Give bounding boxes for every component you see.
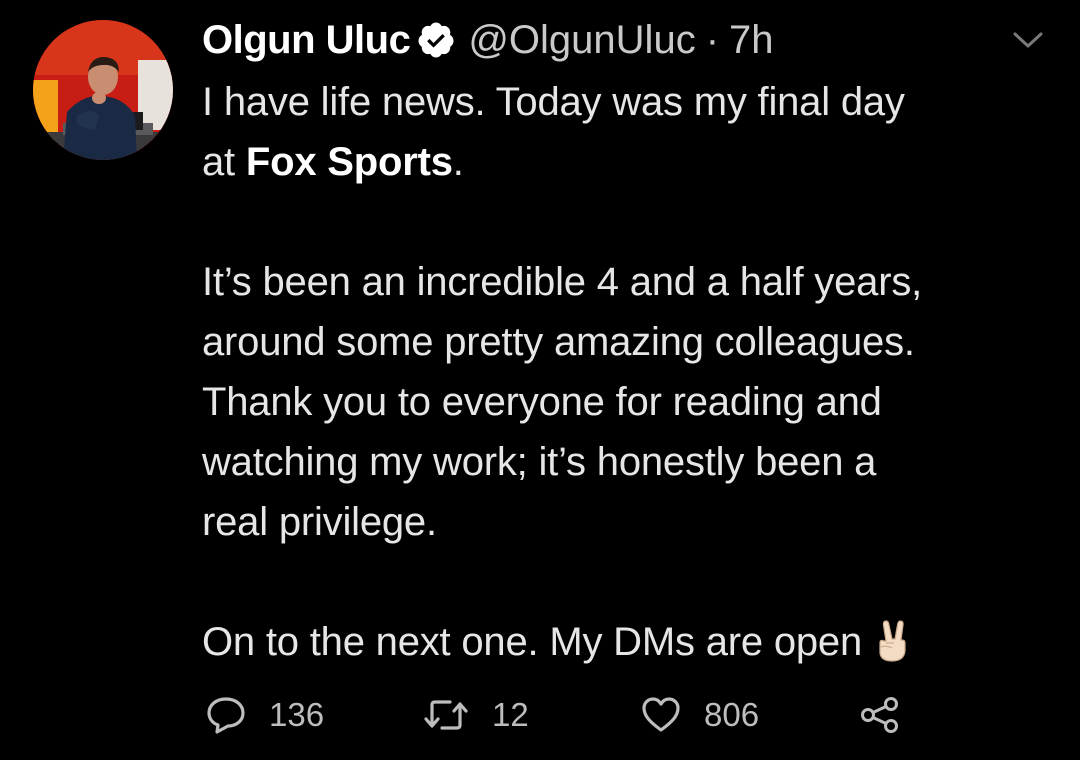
tweet-text: I have life news. Today was my final day… [202,72,1052,672]
tweet-line: watching my work; it’s honestly been a [202,440,877,484]
tweet-line: real privilege. [202,500,437,544]
tweet-time[interactable]: 7h [729,18,774,63]
author-name[interactable]: Olgun Uluc [202,18,411,63]
tweet-line: at Fox Sports. [202,132,1052,192]
tweet-line: It’s been an incredible 4 and a half yea… [202,260,923,304]
like-button[interactable]: 806 [640,695,759,735]
author-handle[interactable]: @OlgunUluc [468,18,695,63]
share-icon [861,697,898,733]
tweet[interactable]: Olgun Uluc @OlgunUluc · 7h I have life n… [0,0,1080,760]
heart-icon [642,697,680,732]
tweet-line: I have life news. Today was my final day [202,80,905,124]
tweet-text-segment: On to the next one. My DMs are open [202,620,863,664]
tweet-header: Olgun Uluc @OlgunUluc · 7h [202,14,774,66]
chevron-down-icon[interactable] [1010,28,1046,52]
like-count: 806 [704,696,760,733]
retweet-count: 12 [492,696,529,733]
reply-button[interactable]: 136 [205,695,324,735]
verified-badge-icon [418,22,454,58]
reply-count: 136 [269,696,325,733]
tweet-line: Thank you to everyone for reading and [202,380,882,424]
tweet-line: around some pretty amazing colleagues. [202,320,915,364]
reply-icon [207,697,245,734]
tweet-text-segment: at [202,140,246,184]
share-button[interactable] [858,695,902,735]
retweet-icon [424,700,468,730]
bold-mention: Fox Sports [245,140,453,184]
victory-hand-emoji [879,620,906,662]
retweet-button[interactable]: 12 [422,695,529,735]
tweet-line: On to the next one. My DMs are open [202,612,1052,672]
action-bar: 136 12 806 [0,695,1080,745]
tweet-text-segment: . [452,140,464,184]
separator: · [705,17,720,62]
avatar[interactable] [33,20,173,160]
